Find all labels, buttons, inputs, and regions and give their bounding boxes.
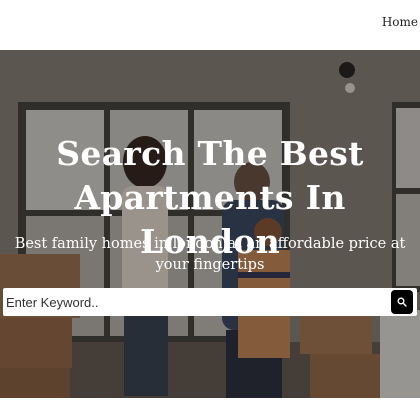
search-icon	[397, 297, 407, 307]
search-button[interactable]	[391, 290, 413, 314]
navbar: Home	[0, 0, 420, 50]
page-footer-strip	[0, 398, 420, 420]
search-bar	[3, 288, 417, 316]
hero-section: Search The Best Apartments In London Bes…	[0, 50, 420, 398]
search-input[interactable]	[3, 288, 387, 316]
nav-link-home[interactable]: Home	[382, 15, 418, 29]
hero-subtitle: Best family homes in london at an afford…	[14, 236, 406, 273]
